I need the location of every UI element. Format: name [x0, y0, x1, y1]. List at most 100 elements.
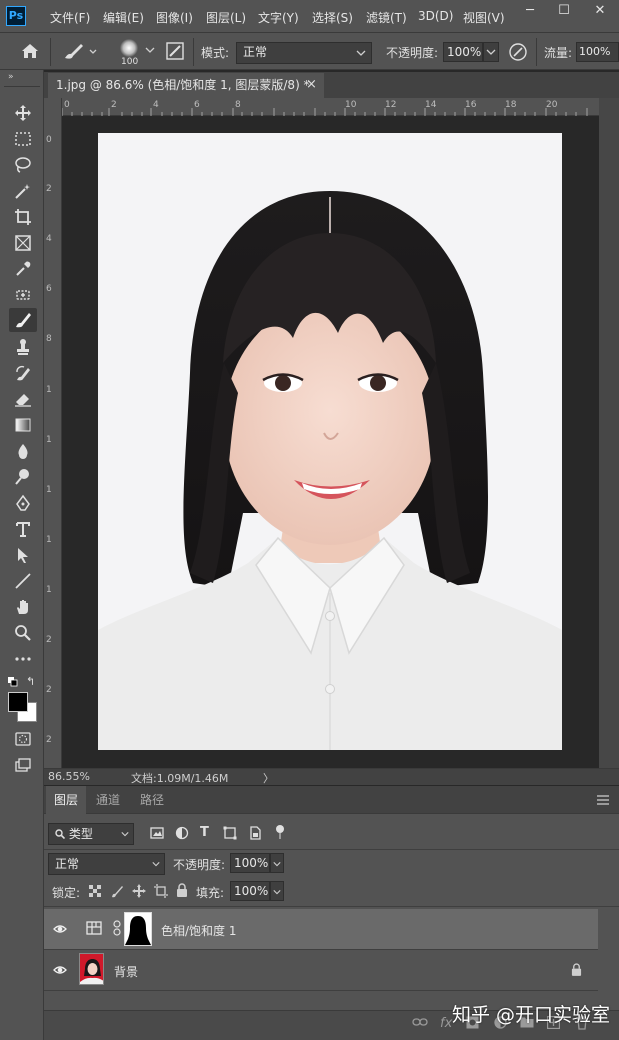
- brush-panel-icon[interactable]: [165, 41, 185, 64]
- mask-link-icon[interactable]: [113, 920, 121, 939]
- swap-colors-icon[interactable]: ↰: [26, 675, 35, 688]
- visibility-eye-icon[interactable]: [53, 963, 67, 980]
- menu-view[interactable]: 视图(V): [463, 9, 505, 26]
- home-icon[interactable]: [20, 42, 40, 63]
- layer-fill-dropdown[interactable]: [270, 881, 284, 901]
- layer-blend-mode-select[interactable]: 正常: [48, 853, 165, 875]
- type-layer-filter-icon[interactable]: T: [200, 825, 209, 840]
- magic-wand-tool-icon[interactable]: [9, 179, 37, 203]
- brush-preset-icon[interactable]: [62, 41, 98, 64]
- screen-mode-icon[interactable]: [9, 753, 37, 777]
- blend-mode-select[interactable]: 正常: [236, 42, 372, 64]
- type-tool-icon[interactable]: [9, 517, 37, 541]
- menu-type[interactable]: 文字(Y): [258, 9, 299, 26]
- ruler-label: 6: [194, 100, 200, 110]
- layer-divider: [44, 990, 598, 991]
- panel-menu-icon[interactable]: [597, 794, 609, 808]
- ruler-label: 0: [46, 135, 52, 145]
- chevron-down-icon: [152, 862, 160, 867]
- menu-layer[interactable]: 图层(L): [206, 9, 246, 26]
- lock-transparent-icon[interactable]: [89, 885, 101, 900]
- layer-name-hue-saturation[interactable]: 色相/饱和度 1: [161, 922, 237, 939]
- collapse-chevron-icon[interactable]: »: [8, 72, 14, 82]
- healing-brush-tool-icon[interactable]: [9, 283, 37, 307]
- close-document-icon[interactable]: ×: [306, 77, 317, 92]
- options-divider: [193, 38, 194, 66]
- tab-paths[interactable]: 路径: [132, 786, 172, 814]
- dodge-tool-icon[interactable]: [9, 465, 37, 489]
- visibility-eye-icon[interactable]: [53, 922, 67, 939]
- options-divider: [50, 38, 51, 66]
- layer-fill-input[interactable]: 100%: [230, 881, 270, 901]
- crop-tool-icon[interactable]: [9, 205, 37, 229]
- maximize-button[interactable]: ☐: [548, 0, 580, 24]
- layer-opacity-input[interactable]: 100%: [230, 853, 270, 873]
- marquee-tool-icon[interactable]: [9, 127, 37, 151]
- lock-all-icon[interactable]: [176, 883, 188, 900]
- gradient-tool-icon[interactable]: [9, 413, 37, 437]
- menu-filter[interactable]: 滤镜(T): [366, 9, 407, 26]
- ruler-label: 1: [46, 435, 52, 445]
- default-colors-icon[interactable]: [8, 676, 18, 690]
- zoom-level[interactable]: 86.55%: [48, 770, 90, 783]
- link-layers-icon[interactable]: [412, 1016, 428, 1031]
- tab-channels[interactable]: 通道: [88, 786, 128, 814]
- foreground-color-swatch[interactable]: [8, 692, 28, 712]
- brush-tip-preview[interactable]: [117, 38, 141, 58]
- ruler-label: 2: [111, 100, 117, 110]
- toolbar-divider: [4, 86, 40, 87]
- path-selection-tool-icon[interactable]: [9, 543, 37, 567]
- lock-pixels-icon[interactable]: [110, 884, 124, 901]
- lock-position-icon[interactable]: [132, 884, 146, 901]
- menu-3d[interactable]: 3D(D): [418, 9, 453, 23]
- pixel-layer-filter-icon[interactable]: [150, 826, 164, 843]
- ruler-label: 4: [46, 234, 52, 244]
- tab-layers[interactable]: 图层: [46, 786, 87, 814]
- quick-mask-icon[interactable]: [9, 727, 37, 751]
- menu-edit[interactable]: 编辑(E): [103, 9, 144, 26]
- line-tool-icon[interactable]: [9, 569, 37, 593]
- brush-tool-icon[interactable]: [9, 308, 37, 332]
- flow-input[interactable]: 100%: [576, 42, 619, 62]
- adjustment-layer-filter-icon[interactable]: [175, 826, 189, 843]
- hand-tool-icon[interactable]: [9, 595, 37, 619]
- edit-toolbar-icon[interactable]: [9, 647, 37, 671]
- ruler-label: 10: [345, 100, 357, 110]
- chevron-down-icon[interactable]: [145, 44, 155, 58]
- frame-tool-icon[interactable]: [9, 231, 37, 255]
- background-layer-thumbnail[interactable]: [79, 953, 104, 985]
- zoom-tool-icon[interactable]: [9, 621, 37, 645]
- menu-select[interactable]: 选择(S): [312, 9, 353, 26]
- blur-tool-icon[interactable]: [9, 439, 37, 463]
- minimize-button[interactable]: ─: [514, 0, 546, 24]
- layer-opacity-dropdown[interactable]: [270, 853, 284, 873]
- lock-artboard-icon[interactable]: [154, 884, 168, 901]
- opacity-dropdown[interactable]: [483, 42, 499, 62]
- pressure-opacity-icon[interactable]: [508, 42, 528, 65]
- layer-filter-select[interactable]: 类型: [48, 823, 134, 845]
- opacity-label: 不透明度:: [386, 46, 439, 60]
- panel-divider: [44, 906, 619, 907]
- document-tab[interactable]: 1.jpg @ 86.6% (色相/饱和度 1, 图层蒙版/8) *: [48, 73, 324, 98]
- smart-object-filter-icon[interactable]: [248, 826, 262, 843]
- ruler-label: 2: [46, 735, 52, 745]
- eyedropper-tool-icon[interactable]: [9, 257, 37, 281]
- filter-toggle-icon[interactable]: [274, 824, 286, 843]
- lasso-tool-icon[interactable]: [9, 153, 37, 177]
- eraser-tool-icon[interactable]: [9, 387, 37, 411]
- move-tool-icon[interactable]: [9, 101, 37, 125]
- opacity-input[interactable]: 100%: [443, 42, 483, 62]
- vertical-scrollbar[interactable]: [599, 98, 619, 768]
- clone-stamp-tool-icon[interactable]: [9, 335, 37, 359]
- shape-layer-filter-icon[interactable]: [223, 826, 237, 843]
- menu-image[interactable]: 图像(I): [156, 9, 193, 26]
- layer-style-fx-icon[interactable]: fx: [440, 1016, 452, 1031]
- pen-tool-icon[interactable]: [9, 491, 37, 515]
- horizontal-ruler: [62, 98, 599, 116]
- menu-file[interactable]: 文件(F): [50, 9, 90, 26]
- history-brush-tool-icon[interactable]: [9, 361, 37, 385]
- layer-mask-thumbnail[interactable]: [124, 912, 152, 946]
- layer-name-background[interactable]: 背景: [114, 963, 138, 980]
- status-menu-arrow[interactable]: 〉: [263, 770, 274, 786]
- close-window-button[interactable]: ✕: [584, 0, 616, 24]
